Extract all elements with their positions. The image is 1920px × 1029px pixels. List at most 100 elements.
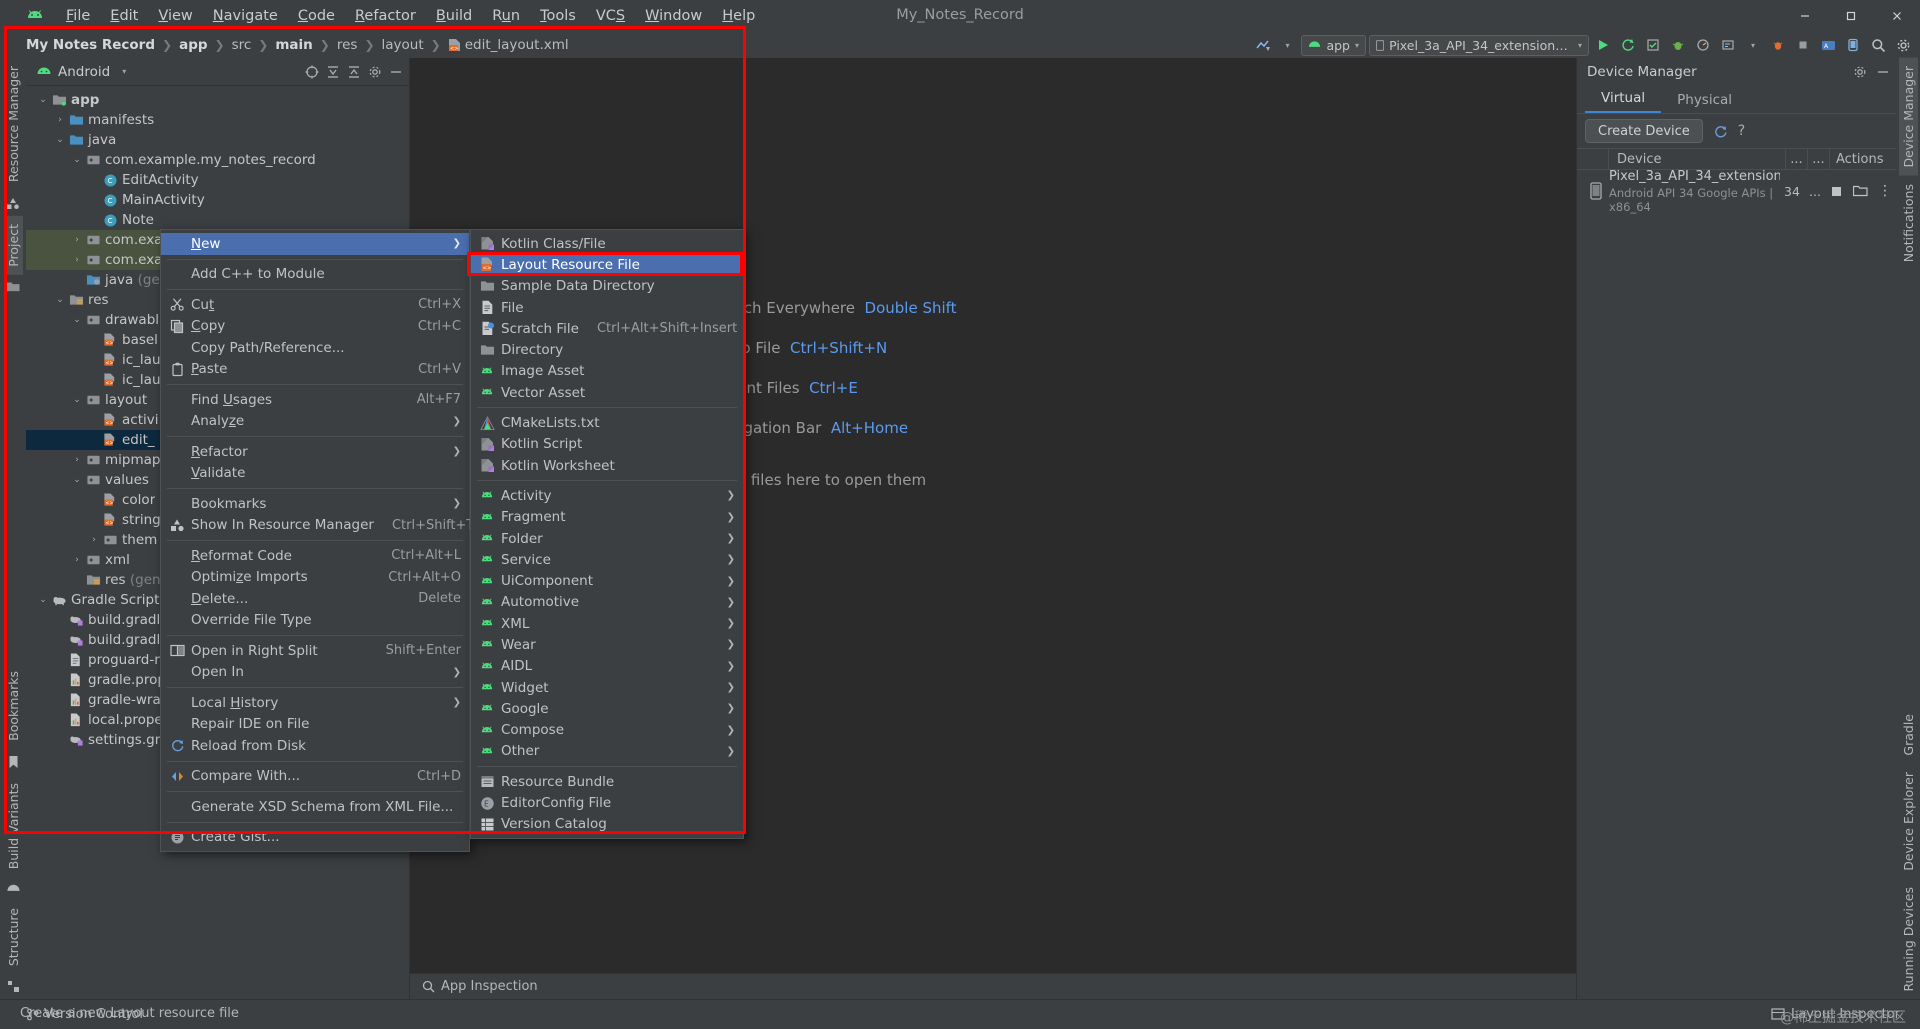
hide-panel-icon[interactable] bbox=[389, 65, 403, 79]
new-submenu-item-resource-bundle[interactable]: Resource Bundle bbox=[471, 771, 743, 792]
tree-expand-arrow-icon[interactable]: ⌄ bbox=[36, 595, 50, 605]
tab-physical[interactable]: Physical bbox=[1661, 89, 1748, 113]
menu-code[interactable]: Code bbox=[288, 4, 345, 28]
context-menu-item-open-in-right-split[interactable]: Open in Right Split Shift+Enter bbox=[161, 640, 469, 662]
refresh-icon[interactable] bbox=[1713, 124, 1728, 139]
tree-expand-arrow-icon[interactable]: ⌄ bbox=[36, 95, 50, 105]
debug-icon[interactable] bbox=[1667, 34, 1689, 56]
new-submenu-item-scratch-file[interactable]: Scratch File Ctrl+Alt+Shift+Insert bbox=[471, 318, 743, 339]
make-project-icon[interactable] bbox=[1251, 34, 1273, 56]
resource-manager-icon[interactable] bbox=[6, 196, 20, 210]
context-menu-item-refactor[interactable]: Refactor ❯ bbox=[161, 441, 469, 463]
context-menu-item-compare-with[interactable]: Compare With... Ctrl+D bbox=[161, 766, 469, 788]
context-menu-item-delete[interactable]: Delete... Delete bbox=[161, 588, 469, 610]
menu-navigate[interactable]: Navigate bbox=[203, 4, 288, 28]
chevron-down-icon[interactable]: ▾ bbox=[1742, 34, 1764, 56]
context-menu[interactable]: New ❯ Add C++ to Module Cut Ctrl+X Copy Ctrl+C… bbox=[160, 229, 474, 852]
tree-expand-arrow-icon[interactable]: › bbox=[70, 455, 84, 465]
structure-icon[interactable] bbox=[7, 980, 20, 993]
new-submenu-item-folder[interactable]: Folder ❯ bbox=[471, 528, 743, 549]
context-menu-item-analyze[interactable]: Analyze ❯ bbox=[161, 411, 469, 433]
close-button[interactable] bbox=[1874, 0, 1920, 32]
menu-edit[interactable]: Edit bbox=[100, 4, 148, 28]
maximize-button[interactable] bbox=[1828, 0, 1874, 32]
new-submenu-item-kotlin-worksheet[interactable]: Kotlin Worksheet bbox=[471, 455, 743, 476]
tool-tab-device-manager[interactable]: Device Manager bbox=[1898, 58, 1918, 176]
context-menu-item-paste[interactable]: Paste Ctrl+V bbox=[161, 359, 469, 381]
new-submenu-item-sample-data-directory[interactable]: Sample Data Directory bbox=[471, 276, 743, 297]
menu-build[interactable]: Build bbox=[426, 4, 482, 28]
tree-expand-arrow-icon[interactable]: › bbox=[70, 555, 84, 565]
tool-tab-project[interactable]: Project bbox=[3, 216, 23, 275]
new-submenu-item-google[interactable]: Google ❯ bbox=[471, 698, 743, 719]
toolbar-dropdown-icon[interactable]: ▾ bbox=[1276, 34, 1298, 56]
col-api[interactable]: ... bbox=[1786, 149, 1808, 169]
tool-tab-running-devices[interactable]: Running Devices bbox=[1899, 879, 1918, 999]
tree-expand-arrow-icon[interactable]: ⌄ bbox=[53, 295, 67, 305]
expand-all-icon[interactable] bbox=[326, 65, 340, 79]
device-more-icon[interactable]: ⋮ bbox=[1878, 183, 1893, 199]
new-submenu-item-widget[interactable]: Widget ❯ bbox=[471, 677, 743, 698]
tree-node-editactivity[interactable]: C EditActivity bbox=[26, 170, 409, 190]
bookmark-icon[interactable] bbox=[8, 755, 19, 769]
settings-icon[interactable] bbox=[1892, 34, 1914, 56]
logcat-icon[interactable] bbox=[1717, 34, 1739, 56]
context-menu-item-optimize-imports[interactable]: Optimize Imports Ctrl+Alt+O bbox=[161, 567, 469, 589]
minimize-button[interactable] bbox=[1782, 0, 1828, 32]
context-menu-item-cut[interactable]: Cut Ctrl+X bbox=[161, 294, 469, 316]
run-configuration-selector[interactable]: app ▾ bbox=[1301, 34, 1366, 56]
tree-node-app[interactable]: ⌄ app bbox=[26, 90, 409, 110]
tool-tab-bookmarks[interactable]: Bookmarks bbox=[4, 663, 23, 749]
context-menu-item-show-in-resource-manager[interactable]: Show In Resource Manager Ctrl+Shift+T bbox=[161, 515, 474, 537]
tool-tab-resource-manager[interactable]: Resource Manager bbox=[4, 58, 23, 190]
tree-expand-arrow-icon[interactable]: ⌄ bbox=[70, 155, 84, 165]
new-submenu-item-directory[interactable]: Directory bbox=[471, 339, 743, 360]
new-submenu-item-vector-asset[interactable]: Vector Asset bbox=[471, 382, 743, 403]
tool-tab-notifications[interactable]: Notifications bbox=[1899, 176, 1918, 270]
new-submenu-item-fragment[interactable]: Fragment ❯ bbox=[471, 507, 743, 528]
tool-tab-build-variants[interactable]: Build Variants bbox=[4, 775, 23, 877]
col-device[interactable]: Device bbox=[1609, 149, 1786, 169]
breadcrumb-project[interactable]: My Notes Record bbox=[22, 36, 159, 54]
context-menu-item-create-gist[interactable]: Create Gist... bbox=[161, 827, 469, 849]
new-submenu-item-image-asset[interactable]: Image Asset bbox=[471, 361, 743, 382]
project-view-selector[interactable]: Android ▾ bbox=[36, 64, 126, 80]
new-submenu-item-compose[interactable]: Compose ❯ bbox=[471, 720, 743, 741]
context-menu-item-find-usages[interactable]: Find Usages Alt+F7 bbox=[161, 389, 469, 411]
new-submenu-item-layout-resource-file[interactable]: <> Layout Resource File bbox=[471, 254, 743, 276]
menu-file[interactable]: File bbox=[56, 4, 100, 28]
col-actions[interactable]: Actions bbox=[1830, 149, 1896, 169]
context-menu-item-copy[interactable]: Copy Ctrl+C bbox=[161, 316, 469, 338]
tree-node-note[interactable]: C Note bbox=[26, 210, 409, 230]
breadcrumb-layout[interactable]: layout bbox=[378, 36, 428, 54]
tool-tab-device-explorer[interactable]: Device Explorer bbox=[1899, 764, 1918, 879]
tab-virtual[interactable]: Virtual bbox=[1585, 87, 1662, 113]
stop-device-icon[interactable] bbox=[1830, 185, 1843, 198]
search-icon[interactable] bbox=[1867, 34, 1889, 56]
context-menu-item-add-c-to-module[interactable]: Add C++ to Module bbox=[161, 264, 469, 286]
collapse-all-icon[interactable] bbox=[347, 65, 361, 79]
tool-tab-gradle[interactable]: Gradle bbox=[1899, 706, 1918, 764]
breadcrumb-res[interactable]: res bbox=[333, 36, 362, 54]
new-submenu-item-version-catalog[interactable]: Version Catalog bbox=[471, 814, 743, 835]
tree-expand-arrow-icon[interactable]: › bbox=[87, 535, 101, 545]
sdk-manager-icon[interactable]: A bbox=[1817, 34, 1839, 56]
context-menu-item-override-file-type[interactable]: Override File Type bbox=[161, 610, 469, 632]
android-icon[interactable] bbox=[6, 883, 21, 894]
new-submenu-item-automotive[interactable]: Automotive ❯ bbox=[471, 592, 743, 613]
breadcrumb-app[interactable]: app bbox=[175, 36, 211, 54]
new-submenu-item-other[interactable]: Other ❯ bbox=[471, 741, 743, 762]
new-submenu-item-wear[interactable]: Wear ❯ bbox=[471, 634, 743, 655]
project-folder-icon[interactable] bbox=[6, 281, 20, 293]
context-menu-item-repair-ide-on-file[interactable]: Repair IDE on File bbox=[161, 714, 469, 736]
tree-node-manifests[interactable]: › manifests bbox=[26, 110, 409, 130]
new-submenu-item-aidl[interactable]: AIDL ❯ bbox=[471, 656, 743, 677]
col-size[interactable]: ... bbox=[1808, 149, 1830, 169]
avd-manager-icon[interactable] bbox=[1842, 34, 1864, 56]
tree-node-com-example-my-notes-record[interactable]: ⌄ com.example.my_notes_record bbox=[26, 150, 409, 170]
menu-vcs[interactable]: VCS bbox=[586, 4, 635, 28]
context-menu-item-copy-path-reference[interactable]: Copy Path/Reference... bbox=[161, 337, 469, 359]
context-menu-item-reformat-code[interactable]: Reformat Code Ctrl+Alt+L bbox=[161, 545, 469, 567]
breadcrumb-src[interactable]: src bbox=[228, 36, 256, 54]
new-submenu-item-kotlin-class-file[interactable]: Kotlin Class/File bbox=[471, 233, 743, 254]
